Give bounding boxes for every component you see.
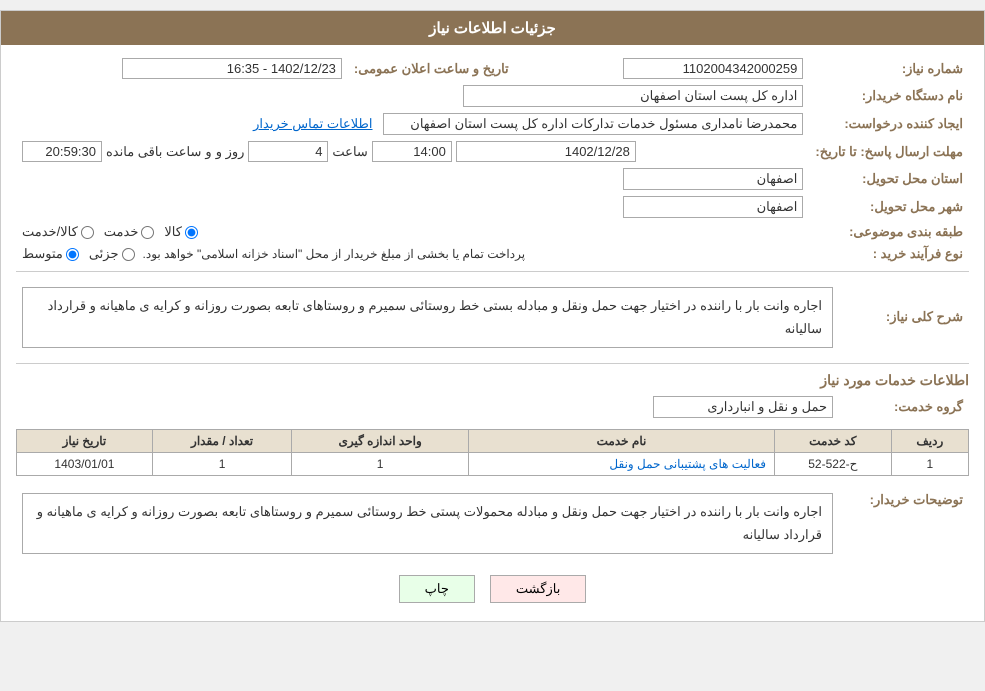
creator-label: ایجاد کننده درخواست: bbox=[809, 110, 969, 138]
category-option-2-label: خدمت bbox=[104, 224, 139, 240]
process-label: نوع فرآیند خرید : bbox=[809, 243, 969, 265]
service-group-label: گروه خدمت: bbox=[839, 393, 969, 421]
cell-unit: 1 bbox=[292, 452, 469, 475]
process-option-partial[interactable]: جزئی bbox=[89, 246, 135, 262]
buyer-desc-label: توضیحات خریدار: bbox=[839, 484, 969, 563]
divider-2 bbox=[16, 363, 969, 364]
announce-date-value: 1402/12/23 - 16:35 bbox=[16, 55, 348, 82]
category-radio-1[interactable] bbox=[185, 226, 198, 239]
col-quantity: تعداد / مقدار bbox=[152, 429, 291, 452]
service-group-table: گروه خدمت: حمل و نقل و انبارداری bbox=[16, 393, 969, 421]
back-button[interactable]: بازگشت bbox=[490, 575, 586, 603]
col-service-name: نام خدمت bbox=[468, 429, 774, 452]
process-option-medium[interactable]: متوسط bbox=[22, 246, 79, 262]
deadline-days-box: 4 bbox=[248, 141, 328, 162]
process-medium-label: متوسط bbox=[22, 246, 63, 262]
deadline-label: مهلت ارسال پاسخ: تا تاریخ: bbox=[809, 138, 969, 165]
services-section-title: اطلاعات خدمات مورد نیاز bbox=[16, 372, 969, 389]
page-title: جزئیات اطلاعات نیاز bbox=[429, 20, 556, 37]
announce-date-label: تاریخ و ساعت اعلان عمومی: bbox=[348, 55, 515, 82]
delivery-province-box: اصفهان bbox=[623, 168, 803, 190]
category-option-2[interactable]: خدمت bbox=[104, 224, 155, 240]
col-date: تاریخ نیاز bbox=[17, 429, 153, 452]
category-option-3[interactable]: کالا/خدمت bbox=[22, 224, 94, 240]
process-radio-medium[interactable] bbox=[66, 248, 79, 261]
deadline-date-box: 1402/12/28 bbox=[456, 141, 636, 162]
divider-1 bbox=[16, 271, 969, 272]
delivery-province-value: اصفهان bbox=[16, 165, 809, 193]
deadline-remaining-label: ساعت باقی مانده bbox=[106, 144, 201, 160]
description-box: اجاره وانت بار با راننده در اختیار جهت ح… bbox=[22, 287, 833, 348]
cell-service-name: فعالیت های پشتیبانی حمل ونقل bbox=[468, 452, 774, 475]
page-header: جزئیات اطلاعات نیاز bbox=[1, 11, 984, 45]
deadline-time-label: ساعت bbox=[332, 144, 367, 160]
category-option-1-label: کالا bbox=[164, 224, 182, 240]
process-note: پرداخت تمام یا بخشی از مبلغ خریدار از مح… bbox=[143, 247, 526, 261]
service-group-box: حمل و نقل و انبارداری bbox=[653, 396, 833, 418]
delivery-province-label: استان محل تحویل: bbox=[809, 165, 969, 193]
cell-date: 1403/01/01 bbox=[17, 452, 153, 475]
deadline-remaining-box: 20:59:30 bbox=[22, 141, 102, 162]
creator-box: محمدرضا نامداری مسئول خدمات تداركات ادار… bbox=[383, 113, 803, 135]
buttons-row: چاپ بازگشت bbox=[16, 575, 969, 603]
category-option-1[interactable]: کالا bbox=[164, 224, 198, 240]
table-row: 1 ح-522-52 فعالیت های پشتیبانی حمل ونقل … bbox=[17, 452, 969, 475]
description-label: شرح کلی نیاز: bbox=[839, 278, 969, 357]
description-value: اجاره وانت بار با راننده در اختیار جهت ح… bbox=[16, 278, 839, 357]
process-radio-partial[interactable] bbox=[122, 248, 135, 261]
delivery-city-box: اصفهان bbox=[623, 196, 803, 218]
category-options: کالا/خدمت خدمت کالا bbox=[16, 221, 809, 243]
buyer-desc-box: اجاره وانت بار با راننده در اختیار جهت ح… bbox=[22, 493, 833, 554]
buyer-org-label: نام دستگاه خریدار: bbox=[809, 82, 969, 110]
col-service-code: کد خدمت bbox=[775, 429, 892, 452]
process-partial-label: جزئی bbox=[89, 246, 119, 262]
category-option-3-label: کالا/خدمت bbox=[22, 224, 78, 240]
buyer-description-table: توضیحات خریدار: اجاره وانت بار با راننده… bbox=[16, 484, 969, 563]
contact-info-link[interactable]: اطلاعات تماس خریدار bbox=[253, 116, 372, 131]
category-radio-3[interactable] bbox=[81, 226, 94, 239]
buyer-org-value: اداره کل پست استان اصفهان bbox=[16, 82, 809, 110]
buyer-desc-value: اجاره وانت بار با راننده در اختیار جهت ح… bbox=[16, 484, 839, 563]
buyer-org-box: اداره کل پست استان اصفهان bbox=[463, 85, 803, 107]
col-unit: واحد اندازه گیری bbox=[292, 429, 469, 452]
service-group-value: حمل و نقل و انبارداری bbox=[16, 393, 839, 421]
cell-row-num: 1 bbox=[891, 452, 968, 475]
print-button[interactable]: چاپ bbox=[399, 575, 475, 603]
process-row: متوسط جزئی پرداخت تمام یا بخشی از مبلغ خ… bbox=[16, 243, 809, 265]
order-number-value: 1102004342000259 bbox=[535, 55, 810, 82]
col-row-num: ردیف bbox=[891, 429, 968, 452]
delivery-city-label: شهر محل تحویل: bbox=[809, 193, 969, 221]
announce-date-box: 1402/12/23 - 16:35 bbox=[122, 58, 342, 79]
cell-quantity: 1 bbox=[152, 452, 291, 475]
category-label: طبقه بندی موضوعی: bbox=[809, 221, 969, 243]
deadline-days-connector: و bbox=[205, 144, 211, 160]
deadline-row: 20:59:30 ساعت باقی مانده و روز و 4 ساعت … bbox=[16, 138, 809, 165]
category-radio-2[interactable] bbox=[141, 226, 154, 239]
delivery-city-value: اصفهان bbox=[16, 193, 809, 221]
deadline-days-label: روز و bbox=[216, 144, 245, 160]
cell-service-code: ح-522-52 bbox=[775, 452, 892, 475]
order-number-box: 1102004342000259 bbox=[623, 58, 803, 79]
creator-value: محمدرضا نامداری مسئول خدمات تداركات ادار… bbox=[16, 110, 809, 138]
deadline-time-box: 14:00 bbox=[372, 141, 452, 162]
description-table: شرح کلی نیاز: اجاره وانت بار با راننده د… bbox=[16, 278, 969, 357]
main-info-table: شماره نیاز: 1102004342000259 تاریخ و ساع… bbox=[16, 55, 969, 265]
services-table: ردیف کد خدمت نام خدمت واحد اندازه گیری ت… bbox=[16, 429, 969, 476]
order-number-label: شماره نیاز: bbox=[809, 55, 969, 82]
